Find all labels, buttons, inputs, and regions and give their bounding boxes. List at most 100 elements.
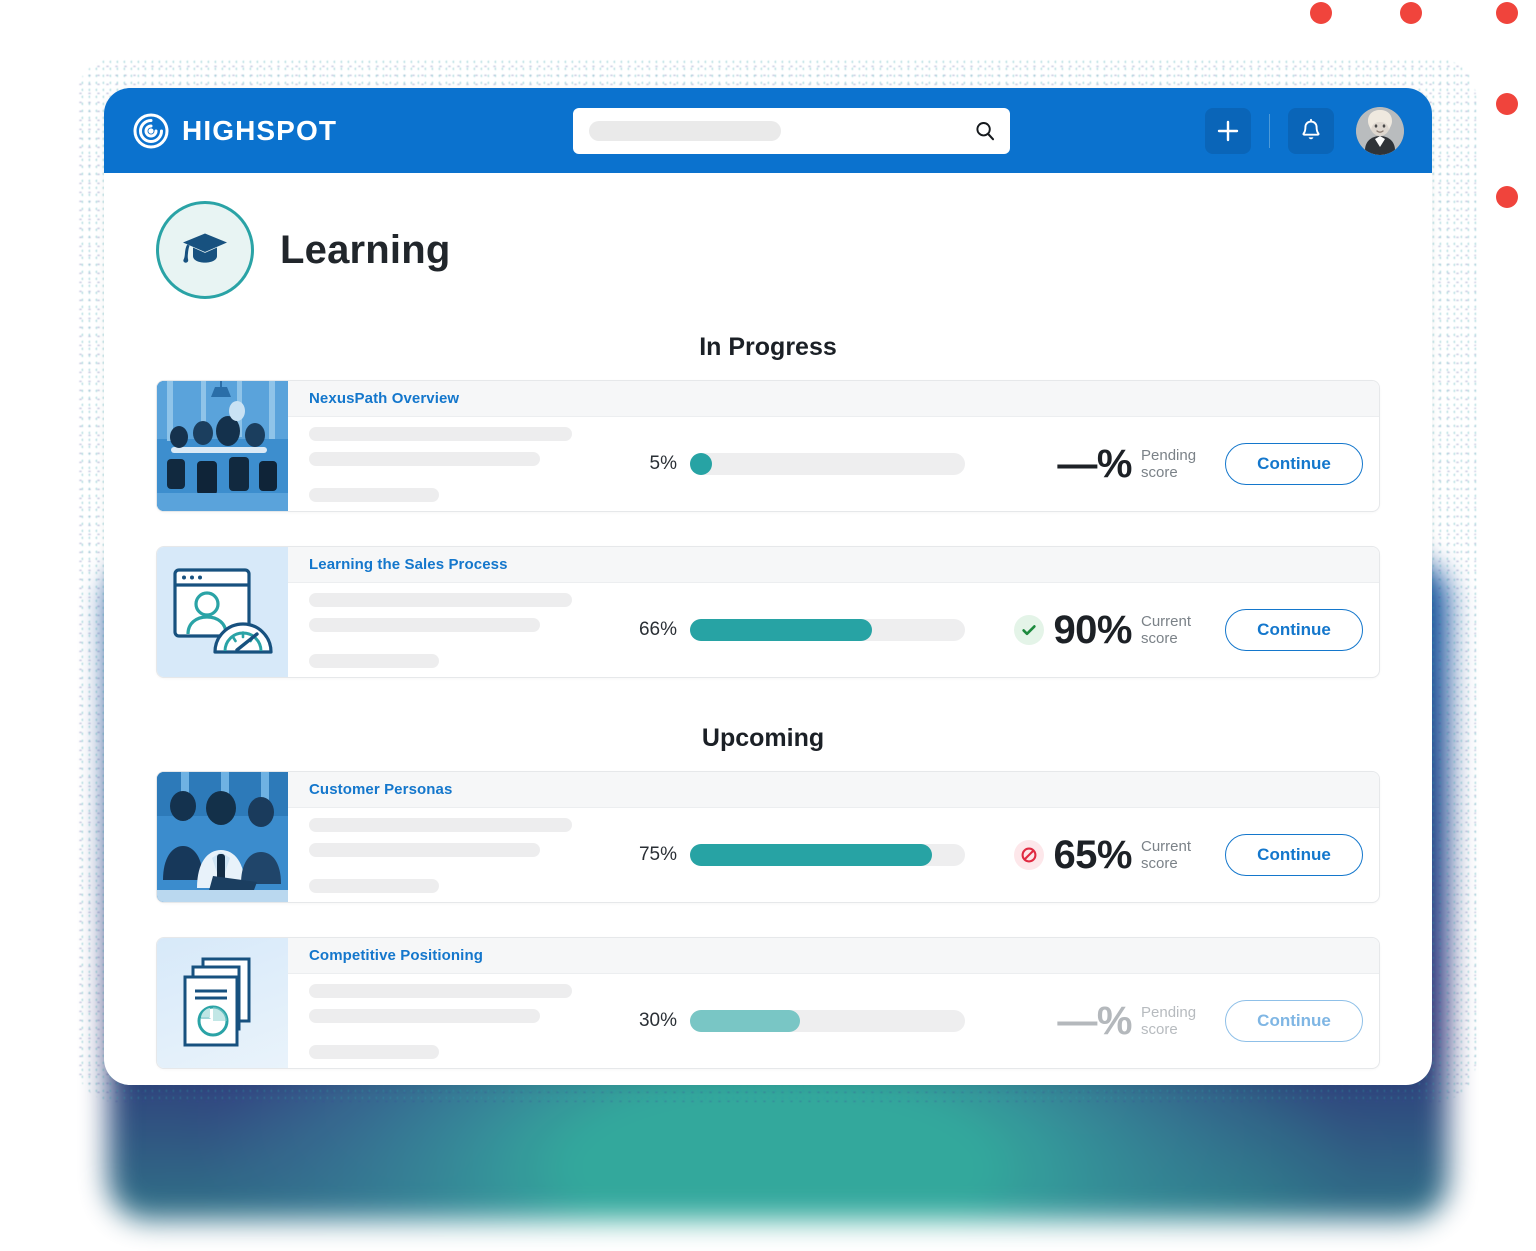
course-header: Competitive Positioning	[288, 938, 1379, 974]
decor-dot	[1496, 186, 1518, 208]
header-actions	[1205, 88, 1404, 173]
highspot-spiral-logo-icon	[133, 113, 169, 149]
score-value: —%	[1057, 999, 1132, 1043]
add-button[interactable]	[1205, 107, 1251, 154]
course-description-skeleton	[309, 983, 609, 1059]
skeleton-line	[309, 983, 572, 998]
course-score: 65% Current score Continue	[1014, 834, 1363, 876]
skeleton-line	[309, 592, 572, 607]
course-description-skeleton	[309, 426, 609, 502]
progress-bar-track	[690, 619, 965, 641]
app-header: HIGHSPOT	[104, 88, 1432, 173]
brand-name: HIGHSPOT	[182, 114, 338, 146]
score-label: Current score	[1141, 837, 1192, 872]
user-avatar[interactable]	[1356, 106, 1404, 155]
course-progress: 5%	[631, 453, 965, 475]
course-title-link[interactable]: NexusPath Overview	[309, 390, 459, 407]
bell-icon	[1302, 118, 1320, 139]
skeleton-line	[309, 617, 540, 632]
decor-dot	[1496, 93, 1518, 115]
score-value: 90%	[1053, 608, 1132, 652]
app-window: HIGHSPOT Learning In Progress NexusPath …	[104, 88, 1432, 1085]
course-description-skeleton	[309, 592, 609, 668]
course-body: Competitive Positioning 30% —% Pending s…	[288, 938, 1379, 1068]
skeleton-line	[309, 842, 540, 857]
skeleton-line	[309, 451, 540, 466]
course-detail: 66% 90% Current score Continue	[288, 583, 1379, 677]
progress-percent-label: 5%	[649, 453, 677, 474]
continue-button[interactable]: Continue	[1225, 609, 1363, 651]
skeleton-line	[309, 817, 572, 832]
course-detail: 5% —% Pending score Continue	[288, 417, 1379, 511]
score-value: 65%	[1053, 833, 1132, 877]
progress-bar-fill	[690, 453, 712, 475]
course-title-link[interactable]: Learning the Sales Process	[309, 556, 508, 573]
skeleton-line	[309, 426, 572, 441]
continue-button[interactable]: Continue	[1225, 1000, 1363, 1042]
notifications-button[interactable]	[1288, 107, 1334, 154]
progress-bar-fill	[690, 844, 932, 866]
course-header: Customer Personas	[288, 772, 1379, 808]
skeleton-line	[309, 878, 439, 893]
course-progress: 66%	[631, 619, 965, 641]
section-heading-upcoming: Upcoming	[701, 724, 825, 752]
search-placeholder-skeleton	[589, 121, 781, 141]
skeleton-line	[309, 1008, 540, 1023]
decor-dot	[1310, 2, 1332, 24]
course-header: Learning the Sales Process	[288, 547, 1379, 583]
course-thumbnail-documents-chart	[157, 938, 288, 1068]
search-icon[interactable]	[974, 120, 996, 142]
page-header: Learning	[156, 201, 1432, 299]
course-header: NexusPath Overview	[288, 381, 1379, 417]
section-heading-in-progress: In Progress	[699, 333, 837, 361]
course-thumbnail-meeting-room	[157, 381, 288, 511]
course-thumbnail-business-meeting	[157, 772, 288, 902]
browser-person-gauge-icon	[172, 568, 273, 654]
check-circle-icon	[1014, 615, 1045, 645]
course-score: 90% Current score Continue	[1014, 609, 1363, 651]
skeleton-line	[309, 487, 439, 502]
graduation-cap-icon	[156, 201, 254, 299]
progress-bar-fill	[690, 619, 872, 641]
progress-percent-label: 75%	[638, 844, 677, 865]
course-title-link[interactable]: Customer Personas	[309, 781, 452, 798]
progress-bar-track	[690, 1010, 965, 1032]
documents-pie-chart-icon	[183, 957, 250, 1047]
course-row[interactable]: Customer Personas 75% 65% Current score …	[156, 771, 1380, 903]
brand-logo[interactable]: HIGHSPOT	[133, 113, 337, 149]
continue-button[interactable]: Continue	[1225, 443, 1363, 485]
plus-icon	[1217, 120, 1239, 141]
course-detail: 75% 65% Current score Continue	[288, 808, 1379, 902]
course-body: NexusPath Overview 5% —% Pending score C…	[288, 381, 1379, 511]
course-title-link[interactable]: Competitive Positioning	[309, 947, 483, 964]
blocked-circle-icon	[1014, 840, 1045, 870]
course-progress: 30%	[631, 1010, 965, 1032]
progress-bar-track	[690, 844, 965, 866]
course-body: Customer Personas 75% 65% Current score …	[288, 772, 1379, 902]
course-thumbnail-browser-gauge	[157, 547, 288, 677]
score-label: Pending score	[1141, 446, 1197, 481]
decor-dot	[1496, 2, 1518, 24]
course-list-in-progress: NexusPath Overview 5% —% Pending score C…	[104, 380, 1432, 678]
score-value: —%	[1057, 442, 1132, 486]
progress-bar-fill	[690, 1010, 800, 1032]
score-label: Pending score	[1141, 1003, 1197, 1038]
search-input[interactable]	[573, 108, 1010, 154]
skeleton-line	[309, 1044, 439, 1059]
skeleton-line	[309, 653, 439, 668]
page-title: Learning	[280, 227, 451, 272]
progress-percent-label: 66%	[638, 619, 677, 640]
course-score: —% Pending score Continue	[1057, 443, 1363, 485]
progress-bar-track	[690, 453, 965, 475]
course-row[interactable]: NexusPath Overview 5% —% Pending score C…	[156, 380, 1380, 512]
page-content: Learning In Progress NexusPath Overview …	[104, 201, 1432, 1085]
course-row[interactable]: Learning the Sales Process 66% 90% Curre…	[156, 546, 1380, 678]
score-label: Current score	[1141, 612, 1192, 647]
continue-button[interactable]: Continue	[1225, 834, 1363, 876]
header-divider	[1269, 113, 1270, 148]
course-body: Learning the Sales Process 66% 90% Curre…	[288, 547, 1379, 677]
course-row[interactable]: Competitive Positioning 30% —% Pending s…	[156, 937, 1380, 1069]
progress-percent-label: 30%	[638, 1010, 677, 1031]
course-description-skeleton	[309, 817, 609, 893]
course-detail: 30% —% Pending score Continue	[288, 974, 1379, 1068]
